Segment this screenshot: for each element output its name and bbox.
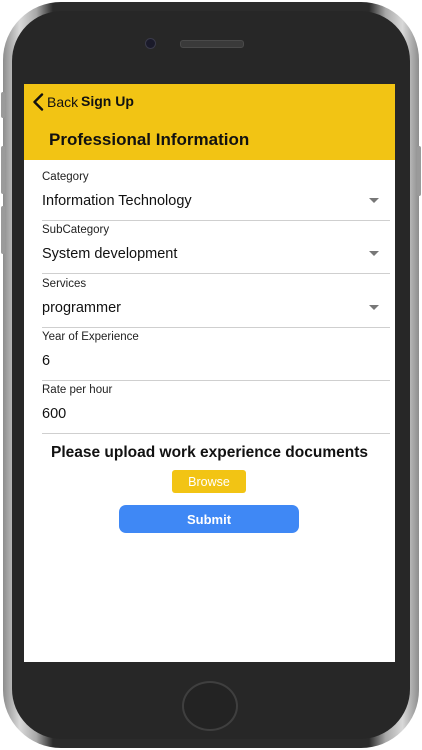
browse-button[interactable]: Browse — [172, 470, 246, 493]
side-button-power — [417, 146, 421, 196]
rate-field[interactable]: Rate per hour 600 — [42, 381, 390, 434]
services-value: programmer — [42, 300, 121, 316]
nav-title: Sign Up — [81, 93, 134, 109]
side-button-volume-up — [1, 146, 5, 194]
side-button-mute — [1, 92, 5, 118]
subcategory-value: System development — [42, 246, 178, 262]
app-screen: Back Sign Up Professional Information Ca… — [24, 84, 395, 662]
submit-button[interactable]: Submit — [119, 505, 299, 533]
rate-label: Rate per hour — [42, 384, 113, 396]
earpiece-speaker — [180, 40, 244, 48]
back-label: Back — [47, 94, 79, 110]
back-button[interactable]: Back — [32, 92, 78, 112]
experience-label: Year of Experience — [42, 331, 139, 343]
rate-value: 600 — [42, 406, 67, 422]
app-header: Back Sign Up Professional Information — [24, 84, 395, 160]
category-dropdown[interactable]: Category Information Technology — [42, 168, 390, 221]
subcategory-dropdown[interactable]: SubCategory System development — [42, 221, 390, 274]
chevron-left-icon — [32, 93, 44, 111]
experience-field[interactable]: Year of Experience 6 — [42, 328, 390, 381]
front-camera — [145, 38, 156, 49]
subcategory-label: SubCategory — [42, 224, 110, 236]
services-label: Services — [42, 278, 87, 290]
caret-down-icon — [369, 198, 379, 203]
page-title: Professional Information — [49, 130, 250, 149]
category-value: Information Technology — [42, 193, 192, 209]
caret-down-icon — [369, 251, 379, 256]
services-dropdown[interactable]: Services programmer — [42, 275, 390, 328]
home-button[interactable] — [182, 681, 238, 731]
side-button-volume-down — [1, 206, 5, 254]
experience-value: 6 — [42, 353, 51, 369]
category-label: Category — [42, 171, 89, 183]
upload-prompt: Please upload work experience documents — [50, 444, 368, 461]
caret-down-icon — [369, 305, 379, 310]
